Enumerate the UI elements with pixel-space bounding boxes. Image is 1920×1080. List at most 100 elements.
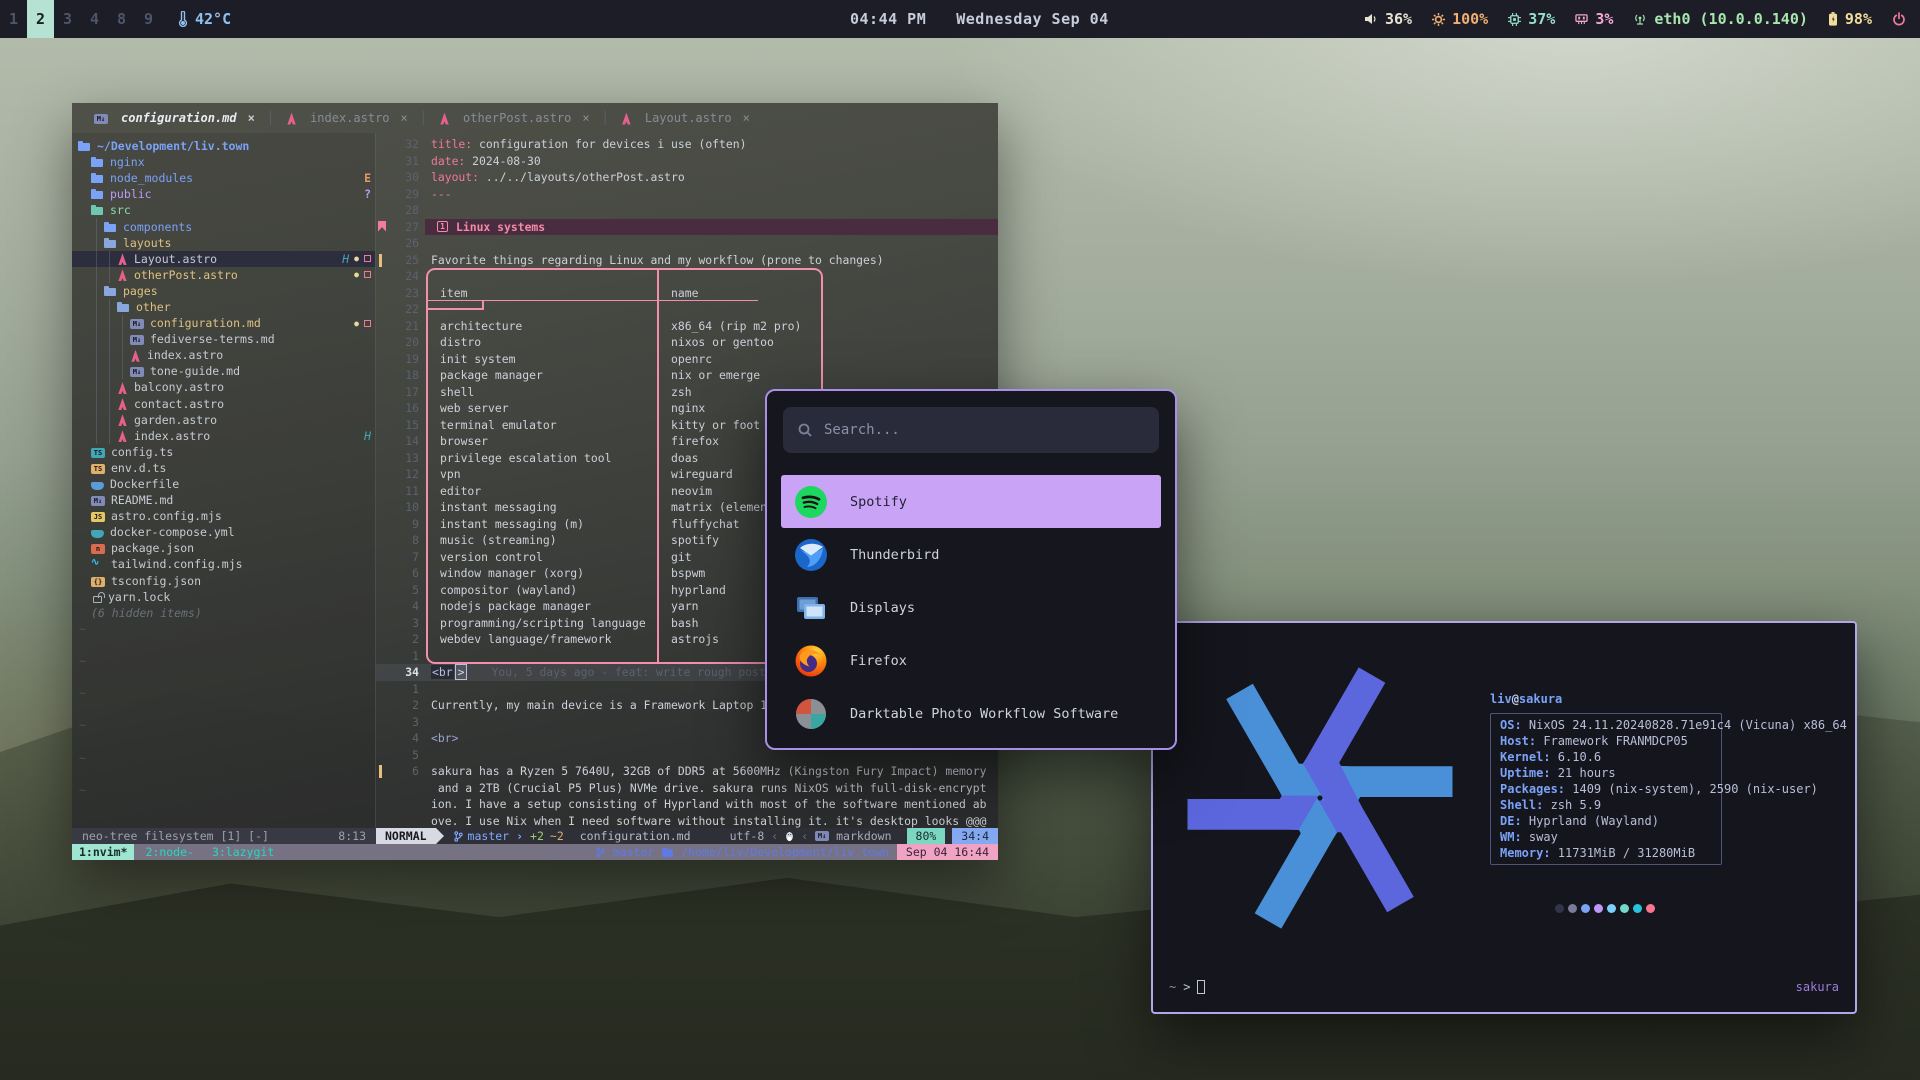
tree-root[interactable]: ~/Development/liv.town — [72, 138, 375, 154]
tree-item[interactable]: tone-guide.md — [72, 363, 375, 379]
close-icon[interactable]: × — [582, 111, 589, 125]
tree-item-label: tone-guide.md — [150, 364, 240, 378]
tmux-window-1:nvim*[interactable]: 1:nvim* — [72, 844, 134, 860]
tree-item[interactable]: contact.astro — [72, 396, 375, 412]
tree-item[interactable]: tailwind.config.mjs — [72, 556, 375, 572]
tree-item[interactable]: components — [72, 218, 375, 234]
astro-icon — [117, 269, 128, 281]
terminal-cursor[interactable] — [1197, 980, 1205, 994]
tree-item[interactable]: pages — [72, 283, 375, 299]
tree-item[interactable]: tsconfig.json — [72, 573, 375, 589]
tree-item[interactable]: docker-compose.yml — [72, 524, 375, 540]
fetch-info-row: WM: sway — [1500, 829, 1721, 845]
tree-item[interactable]: node_modules E — [72, 170, 375, 186]
search-icon — [797, 422, 813, 438]
tree-item-label: tsconfig.json — [111, 574, 201, 588]
system-modules: 36% 100% 37% 3% eth0 (10.0.0.140) 98% — [1364, 10, 1920, 28]
tree-item-label: config.ts — [111, 445, 173, 459]
marker-E: E — [364, 171, 371, 185]
tmux-window-3:lazygit[interactable]: 3:lazygit — [205, 844, 281, 860]
tree-item[interactable]: garden.astro — [72, 412, 375, 428]
marker-H: H — [364, 429, 371, 443]
cpu-module[interactable]: 37% — [1508, 10, 1555, 28]
palette-dot — [1581, 904, 1590, 913]
separator: ‹ — [771, 828, 778, 844]
astro-icon — [130, 350, 141, 362]
launcher-item-firefox[interactable]: Firefox — [781, 634, 1161, 687]
tab-separator: │ — [267, 111, 274, 125]
tree-item[interactable]: Layout.astroH● — [72, 251, 375, 267]
tree-item[interactable]: otherPost.astro● — [72, 267, 375, 283]
tree-item[interactable]: Dockerfile — [72, 476, 375, 492]
tab-index.astro[interactable]: index.astro × — [276, 111, 418, 125]
nixos-logo — [1165, 633, 1475, 963]
fetch-terminal: liv@sakura OS: NixOS 24.11.20240828.71e9… — [1151, 621, 1857, 1014]
power-module[interactable] — [1892, 12, 1906, 26]
close-icon[interactable]: × — [743, 111, 750, 125]
tree-item[interactable]: other — [72, 299, 375, 315]
launcher-item-thunderbird[interactable]: Thunderbird — [781, 528, 1161, 581]
tab-configuration.md[interactable]: configuration.md× — [84, 111, 265, 125]
tab-otherPost.astro[interactable]: otherPost.astro× — [429, 111, 600, 125]
tree-item[interactable]: src — [72, 202, 375, 218]
tree-item[interactable]: env.d.ts — [72, 460, 375, 476]
tmux-window-2:node-[interactable]: 2:node- — [138, 844, 200, 860]
tree-item[interactable]: public? — [72, 186, 375, 202]
fetch-info-row: Packages: 1409 (nix-system), 2590 (nix-u… — [1500, 781, 1721, 797]
tree-item[interactable]: layouts — [72, 235, 375, 251]
neotree-title: neo-tree filesystem [1] [-] — [82, 828, 269, 844]
diff-added: +2 — [530, 828, 544, 844]
tree-item[interactable]: config.ts — [72, 444, 375, 460]
tab-Layout.astro[interactable]: Layout.astro× — [611, 111, 760, 125]
tree-item-label: index.astro — [134, 429, 210, 443]
empty-line-tilde: ~ — [72, 782, 375, 814]
network-module[interactable]: eth0 (10.0.0.140) — [1633, 10, 1808, 28]
battery-module[interactable]: 98% — [1828, 10, 1872, 28]
workspace-3[interactable]: 3 — [54, 0, 81, 38]
tree-item[interactable]: balcony.astro — [72, 379, 375, 395]
workspace-4[interactable]: 4 — [81, 0, 108, 38]
palette-dot — [1568, 904, 1577, 913]
tree-item-label: src — [110, 203, 131, 217]
tree-item[interactable]: index.astro — [72, 347, 375, 363]
diff-modified: ~2 — [550, 828, 564, 844]
brightness-module[interactable]: 100% — [1432, 10, 1488, 28]
folder-icon — [91, 155, 104, 169]
markdown-table-row: webdev language/frameworkastrojs — [426, 631, 823, 648]
volume-module[interactable]: 36% — [1364, 10, 1412, 28]
tree-item[interactable]: package.json — [72, 540, 375, 556]
tree-item[interactable]: configuration.md● — [72, 315, 375, 331]
workspace-1[interactable]: 1 — [0, 0, 27, 38]
launcher-item-displays[interactable]: Displays — [781, 581, 1161, 634]
tree-item[interactable]: index.astro H — [72, 428, 375, 444]
tree-item[interactable]: README.md — [72, 492, 375, 508]
tree-item-label: node_modules — [110, 171, 193, 185]
folder-icon — [662, 848, 673, 857]
statusline: neo-tree filesystem [1] [-] 8:13 NORMAL … — [72, 828, 998, 844]
folder-icon — [91, 171, 104, 185]
tree-item-label: tailwind.config.mjs — [111, 557, 243, 571]
tree-item[interactable]: fediverse-terms.md — [72, 331, 375, 347]
launcher-item-darktable[interactable]: Darktable Photo Workflow Software — [781, 687, 1161, 740]
ts2-icon — [91, 464, 105, 474]
close-icon[interactable]: × — [401, 111, 408, 125]
tmux-windows: 1:nvim*2:node- 3:lazygit — [72, 844, 285, 860]
folder-open-icon — [104, 236, 117, 250]
memory-module[interactable]: 3% — [1575, 10, 1613, 28]
cpu-value: 37% — [1528, 10, 1555, 28]
tree-item[interactable]: astro.config.mjs — [72, 508, 375, 524]
tab-label: index.astro — [310, 111, 389, 125]
launcher-item-label: Firefox — [850, 653, 907, 669]
tree-item-label: Layout.astro — [134, 252, 217, 266]
tree-item[interactable]: yarn.lock — [72, 589, 375, 605]
lualine: NORMAL master › +2 ~2 configuration.md u… — [376, 828, 998, 844]
launcher-search[interactable]: Search... — [783, 407, 1159, 453]
empty-line-tilde: ~ — [72, 685, 375, 717]
workspace-9[interactable]: 9 — [135, 0, 162, 38]
launcher-item-spotify[interactable]: Spotify — [781, 475, 1161, 528]
workspace-2[interactable]: 2 — [27, 0, 54, 38]
workspace-8[interactable]: 8 — [108, 0, 135, 38]
tree-item-label: balcony.astro — [134, 380, 224, 394]
close-icon[interactable]: × — [248, 111, 255, 125]
tree-item[interactable]: nginx — [72, 154, 375, 170]
